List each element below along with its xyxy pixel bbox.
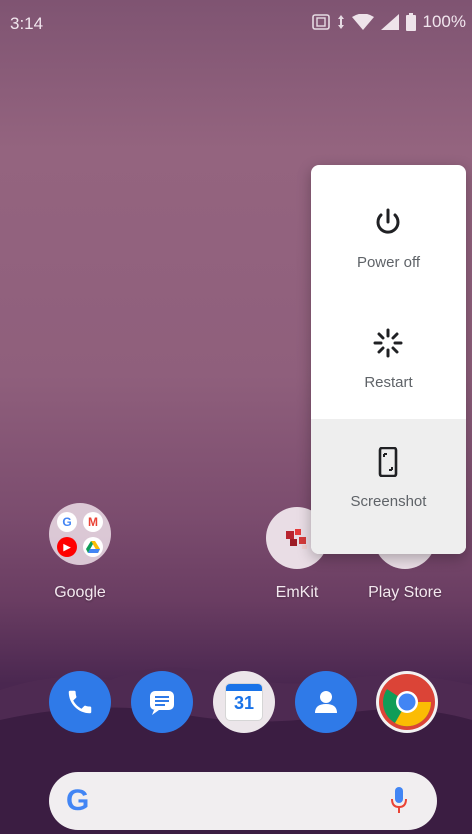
chrome-icon[interactable] [376, 671, 438, 733]
screenshot-label: Screenshot [350, 493, 427, 510]
signal-icon [380, 14, 399, 30]
youtube-icon: ▶ [57, 537, 77, 557]
battery-percent: 100% [422, 12, 466, 31]
google-folder[interactable]: G M ▶ [49, 503, 111, 565]
calendar-day: 31 [233, 693, 255, 713]
screenshot-icon [373, 446, 403, 478]
calendar-icon[interactable]: 31 [213, 671, 275, 733]
drive-icon [83, 537, 103, 557]
app-label-google: Google [54, 584, 106, 601]
wifi-icon [351, 14, 374, 30]
status-icons: 100% [311, 12, 466, 32]
status-time: 3:14 [10, 14, 44, 33]
search-bar[interactable]: G [49, 772, 437, 830]
restart-label: Restart [364, 374, 413, 391]
google-g-icon: G [66, 784, 90, 817]
power-off-label: Power off [356, 254, 421, 271]
google-icon: G [57, 512, 77, 532]
screenshot-notification-icon [311, 14, 330, 30]
power-off-button[interactable]: Power off [311, 165, 466, 284]
contacts-icon[interactable] [295, 671, 357, 733]
messages-icon[interactable] [131, 671, 193, 733]
battery-icon [405, 13, 416, 31]
calendar-tile: 31 [226, 684, 262, 720]
screenshot-button[interactable]: Screenshot [311, 419, 466, 554]
restart-icon [373, 328, 403, 358]
restart-button[interactable]: Restart [311, 284, 466, 403]
app-label-play-store: Play Store [368, 584, 442, 601]
power-menu: Power off Restart Screenshot [311, 165, 466, 554]
power-icon [373, 207, 403, 237]
mic-icon[interactable] [391, 787, 407, 820]
data-arrows-icon [337, 14, 345, 30]
phone-icon[interactable] [49, 671, 111, 733]
app-label-emkit: EmKit [275, 584, 319, 601]
gmail-icon: M [83, 512, 103, 532]
status-bar: 3:14 100% [0, 0, 472, 44]
